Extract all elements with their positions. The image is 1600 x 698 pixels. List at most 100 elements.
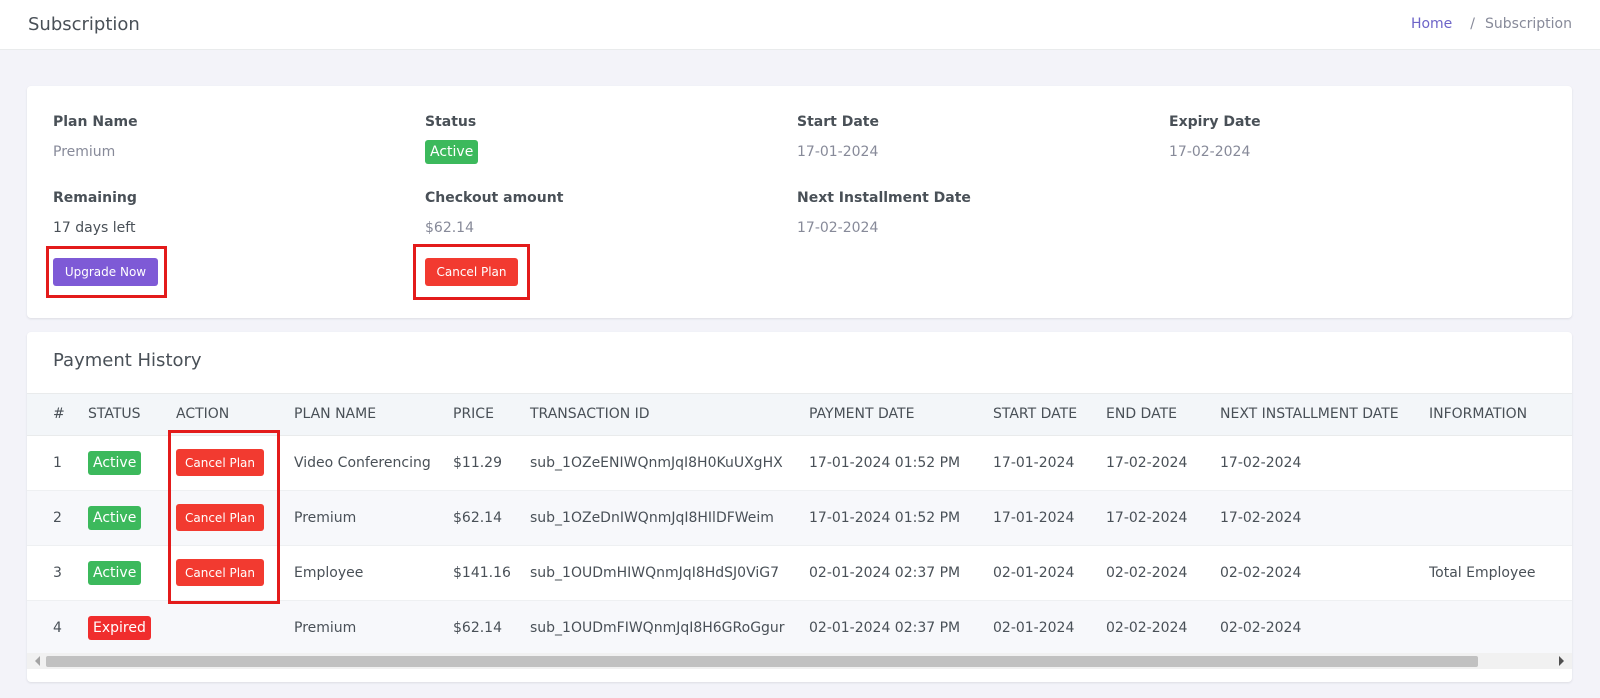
table-header-row: # STATUS ACTION PLAN NAME PRICE TRANSACT… — [27, 394, 1572, 436]
row-end-date: 02-02-2024 — [1106, 600, 1220, 653]
col-header-price: PRICE — [453, 394, 530, 436]
status-badge: Active — [425, 140, 479, 164]
row-plan-name: Employee — [294, 545, 453, 601]
remaining-label: Remaining — [53, 190, 137, 206]
row-price: $62.14 — [453, 490, 530, 546]
row-payment-date: 17-01-2024 01:52 PM — [809, 490, 993, 546]
row-number: 2 — [27, 490, 88, 546]
status-label: Status — [425, 114, 477, 130]
col-header-action: ACTION — [176, 394, 294, 436]
row-number: 4 — [27, 600, 88, 653]
plan-name-field: Plan Name Premium — [53, 114, 138, 160]
remaining-value: 17 days left — [53, 220, 136, 236]
page-title: Subscription — [28, 14, 140, 35]
status-field: Status Active — [425, 114, 479, 164]
scrollbar-thumb[interactable] — [46, 656, 1478, 667]
breadcrumb-current: Subscription — [1485, 16, 1572, 32]
row-transaction-id: sub_1OZeDnIWQnmJqI8HIlDFWeim — [530, 490, 809, 546]
row-next-installment-date: 17-02-2024 — [1220, 435, 1429, 491]
row-status-badge: Active — [88, 505, 142, 530]
table-row: 3 Active Cancel Plan Employee $141.16 su… — [27, 545, 1572, 601]
checkout-amount-label: Checkout amount — [425, 190, 564, 206]
row-information: Total Employee — [1429, 545, 1572, 601]
horizontal-scrollbar[interactable] — [27, 653, 1572, 669]
col-header-payment-date: PAYMENT DATE — [809, 394, 993, 436]
breadcrumb-home-link[interactable]: Home — [1411, 16, 1452, 32]
row-number: 1 — [27, 435, 88, 491]
col-header-number: # — [27, 394, 88, 436]
next-installment-field: Next Installment Date 17-02-2024 — [797, 190, 971, 236]
row-status-cell: Expired — [88, 600, 176, 653]
breadcrumb: Home / Subscription — [1411, 16, 1572, 32]
scroll-right-arrow-icon[interactable] — [1559, 656, 1564, 666]
expiry-date-value: 17-02-2024 — [1169, 144, 1251, 160]
col-header-start-date: START DATE — [993, 394, 1106, 436]
row-status-cell: Active — [88, 545, 176, 601]
row-status-cell: Active — [88, 435, 176, 491]
breadcrumb-separator: / — [1470, 16, 1475, 32]
row-cancel-plan-button[interactable]: Cancel Plan — [176, 559, 264, 586]
page-header: Subscription Home / Subscription — [0, 0, 1600, 50]
row-cancel-plan-button[interactable]: Cancel Plan — [176, 504, 264, 531]
scroll-left-arrow-icon[interactable] — [35, 656, 40, 666]
col-header-end-date: END DATE — [1106, 394, 1220, 436]
row-cancel-plan-button[interactable]: Cancel Plan — [176, 449, 264, 476]
plan-name-value: Premium — [53, 144, 116, 160]
row-payment-date: 17-01-2024 01:52 PM — [809, 435, 993, 491]
row-end-date: 02-02-2024 — [1106, 545, 1220, 601]
col-header-status: STATUS — [88, 394, 176, 436]
cancel-plan-button[interactable]: Cancel Plan — [425, 258, 518, 286]
plan-details-card: Plan Name Premium Status Active Start Da… — [27, 86, 1572, 318]
row-action-cell: Cancel Plan — [176, 545, 294, 601]
row-information — [1429, 490, 1572, 546]
col-header-transaction-id: TRANSACTION ID — [530, 394, 809, 436]
expiry-date-label: Expiry Date — [1169, 114, 1261, 130]
row-start-date: 02-01-2024 — [993, 545, 1106, 601]
row-next-installment-date: 02-02-2024 — [1220, 600, 1429, 653]
upgrade-now-button[interactable]: Upgrade Now — [53, 258, 158, 286]
row-transaction-id: sub_1OUDmHIWQnmJqI8HdSJ0ViG7 — [530, 545, 809, 601]
payment-history-card: Payment History # STATUS ACTION PLAN NAM… — [27, 332, 1572, 682]
next-installment-label: Next Installment Date — [797, 190, 971, 206]
payment-history-title: Payment History — [53, 350, 202, 371]
row-transaction-id: sub_1OZeENIWQnmJqI8H0KuUXgHX — [530, 435, 809, 491]
checkout-amount-field: Checkout amount $62.14 — [425, 190, 563, 236]
row-next-installment-date: 17-02-2024 — [1220, 490, 1429, 546]
row-information — [1429, 600, 1572, 653]
start-date-label: Start Date — [797, 114, 879, 130]
row-status-cell: Active — [88, 490, 176, 546]
plan-name-label: Plan Name — [53, 114, 138, 130]
table-row: 1 Active Cancel Plan Video Conferencing … — [27, 435, 1572, 491]
row-action-cell — [176, 600, 294, 653]
row-transaction-id: sub_1OUDmFIWQnmJqI8H6GRoGgur — [530, 600, 809, 653]
row-plan-name: Premium — [294, 600, 453, 653]
row-start-date: 02-01-2024 — [993, 600, 1106, 653]
row-payment-date: 02-01-2024 02:37 PM — [809, 600, 993, 653]
checkout-amount-value: $62.14 — [425, 220, 474, 236]
col-header-next-installment-date: NEXT INSTALLMENT DATE — [1220, 394, 1429, 436]
payment-history-table-wrap: # STATUS ACTION PLAN NAME PRICE TRANSACT… — [27, 393, 1572, 653]
row-plan-name: Video Conferencing — [294, 435, 453, 491]
col-header-information: INFORMATION — [1429, 394, 1572, 436]
payment-history-table: # STATUS ACTION PLAN NAME PRICE TRANSACT… — [27, 394, 1572, 653]
start-date-field: Start Date 17-01-2024 — [797, 114, 879, 160]
row-plan-name: Premium — [294, 490, 453, 546]
row-payment-date: 02-01-2024 02:37 PM — [809, 545, 993, 601]
next-installment-value: 17-02-2024 — [797, 220, 879, 236]
row-action-cell: Cancel Plan — [176, 490, 294, 546]
row-action-cell: Cancel Plan — [176, 435, 294, 491]
row-price: $141.16 — [453, 545, 530, 601]
row-start-date: 17-01-2024 — [993, 435, 1106, 491]
col-header-plan-name: PLAN NAME — [294, 394, 453, 436]
row-next-installment-date: 02-02-2024 — [1220, 545, 1429, 601]
expiry-date-field: Expiry Date 17-02-2024 — [1169, 114, 1261, 160]
row-price: $62.14 — [453, 600, 530, 653]
row-start-date: 17-01-2024 — [993, 490, 1106, 546]
row-end-date: 17-02-2024 — [1106, 435, 1220, 491]
row-number: 3 — [27, 545, 88, 601]
start-date-value: 17-01-2024 — [797, 144, 879, 160]
row-status-badge: Active — [88, 450, 142, 475]
table-row: 4 Expired Premium $62.14 sub_1OUDmFIWQnm… — [27, 600, 1572, 653]
row-status-badge: Active — [88, 560, 142, 585]
remaining-field: Remaining 17 days left — [53, 190, 137, 236]
